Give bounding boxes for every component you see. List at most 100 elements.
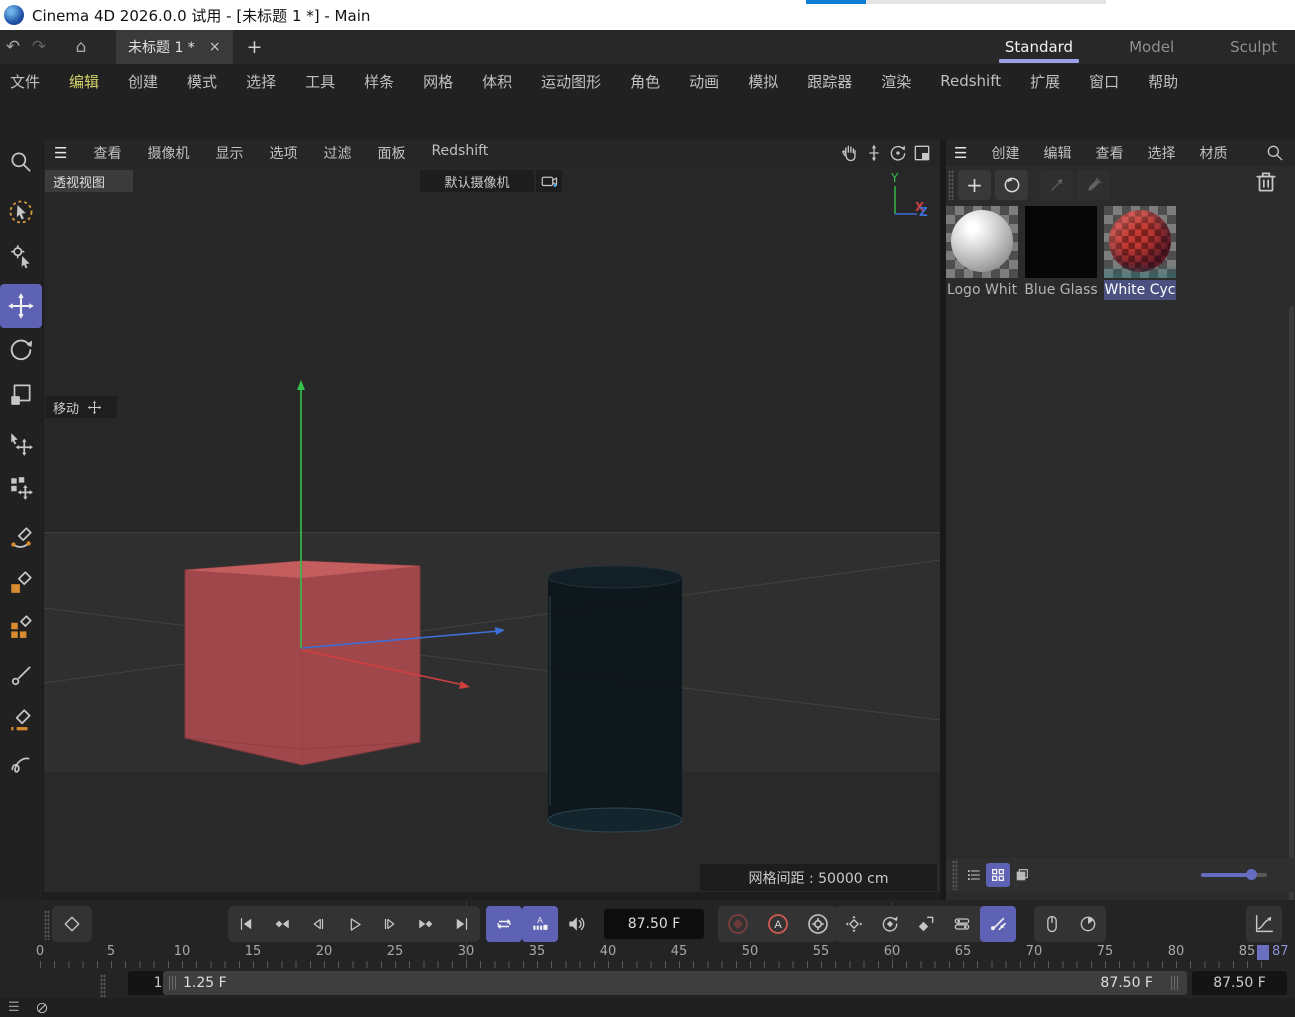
material-menu-item[interactable]: 选择 [1147, 143, 1175, 163]
search-tool-button[interactable] [0, 140, 42, 184]
timeline-ruler[interactable]: 0510152025303540455055606570758085 87 [0, 944, 1295, 968]
new-tab-button[interactable]: + [247, 36, 263, 58]
tweak-tool-button[interactable] [0, 234, 42, 278]
pan-hand-icon[interactable] [840, 143, 860, 163]
timeline-grip[interactable] [44, 910, 50, 940]
material-scrollbar[interactable] [1289, 306, 1294, 996]
material-item[interactable]: White Cyc [1104, 206, 1176, 300]
record-keyframe-button[interactable] [718, 906, 758, 942]
range-handle-right[interactable] [1171, 976, 1179, 990]
layout-tab-standard[interactable]: Standard [1005, 30, 1073, 64]
autokey-button[interactable]: A [758, 906, 798, 942]
current-frame-field[interactable]: 87.50 F [604, 909, 704, 939]
next-key-button[interactable] [408, 906, 444, 942]
rotate-tool-button[interactable] [0, 328, 42, 372]
material-search-icon[interactable] [1265, 143, 1285, 163]
viewport-hamburger-icon[interactable]: ☰ [54, 144, 67, 162]
move-tool-button[interactable] [0, 284, 42, 328]
material-thumbnail[interactable] [1025, 206, 1097, 278]
viewport-menu-item[interactable]: Redshift [431, 143, 488, 163]
range-handle-left[interactable] [169, 976, 177, 990]
menu-item[interactable]: 运动图形 [541, 71, 601, 92]
cylinder-object[interactable] [548, 566, 682, 832]
spline-sketch-button[interactable] [0, 742, 42, 786]
redo-button[interactable]: ↷ [26, 37, 52, 57]
menu-item[interactable]: 编辑 [69, 71, 99, 92]
menu-item[interactable]: 模拟 [748, 71, 778, 92]
menu-item[interactable]: 动画 [689, 71, 719, 92]
playhead-marker[interactable] [1257, 945, 1269, 960]
cube-object[interactable] [185, 561, 420, 765]
menu-item[interactable]: 样条 [364, 71, 394, 92]
slider-knob[interactable] [1246, 869, 1257, 880]
menu-item[interactable]: 角色 [630, 71, 660, 92]
apply-material-button[interactable] [1040, 170, 1073, 200]
material-menu-item[interactable]: 查看 [1095, 143, 1123, 163]
menu-item[interactable]: Redshift [940, 72, 1001, 90]
menu-item[interactable]: 创建 [128, 71, 158, 92]
viewport-menu-item[interactable]: 选项 [269, 143, 297, 163]
live-selection-button[interactable] [0, 190, 42, 234]
pick-material-eyedropper-button[interactable] [1077, 170, 1110, 200]
next-frame-button[interactable] [372, 906, 408, 942]
viewport-menu-item[interactable]: 查看 [93, 143, 121, 163]
delete-material-trash-icon[interactable] [1253, 169, 1285, 201]
menu-item[interactable]: 文件 [10, 71, 40, 92]
sound-button[interactable] [558, 906, 594, 942]
material-name-label[interactable]: Logo Whit [946, 280, 1018, 300]
add-keyframe-button[interactable] [52, 906, 92, 942]
open-timeline-button[interactable] [1246, 906, 1282, 942]
document-tab[interactable]: 未标题 1 * × [116, 30, 233, 64]
scale-tool-button[interactable] [0, 372, 42, 416]
key-rotation-button[interactable] [872, 906, 908, 942]
thumbnail-size-slider[interactable] [1201, 873, 1267, 877]
key-scale-button[interactable] [908, 906, 944, 942]
material-item[interactable]: Blue Glass [1025, 206, 1097, 300]
layout-tab-sculpt[interactable]: Sculpt [1230, 30, 1277, 64]
loop-playback-button[interactable] [486, 906, 522, 942]
range-end-field[interactable]: 87.50 F [1192, 971, 1287, 995]
material-item[interactable]: Logo Whit [946, 206, 1018, 300]
key-position-button[interactable] [836, 906, 872, 942]
material-thumbnail[interactable] [946, 206, 1018, 278]
mouse-record-button[interactable] [1034, 906, 1070, 942]
arrange-tool-button[interactable] [0, 466, 42, 510]
viewport-menu-item[interactable]: 过滤 [323, 143, 351, 163]
goto-end-button[interactable] [444, 906, 480, 942]
mouse-rotate-button[interactable] [1070, 906, 1106, 942]
material-thumbnail[interactable] [1104, 206, 1176, 278]
menu-item[interactable]: 网格 [423, 71, 453, 92]
menu-item[interactable]: 窗口 [1089, 71, 1119, 92]
sketch-pen-button[interactable] [0, 698, 42, 742]
menu-item[interactable]: 模式 [187, 71, 217, 92]
goto-start-button[interactable] [228, 906, 264, 942]
menu-item[interactable]: 扩展 [1030, 71, 1060, 92]
material-name-label[interactable]: White Cyc [1104, 280, 1176, 300]
material-hamburger-icon[interactable]: ☰ [954, 144, 967, 162]
key-parameters-button[interactable] [944, 906, 980, 942]
layout-tab-model[interactable]: Model [1129, 30, 1174, 64]
range-scrollbar[interactable]: 1.25 F 87.50 F [163, 971, 1187, 995]
bottom-hamburger-icon[interactable]: ☰ [8, 1000, 20, 1015]
menu-item[interactable]: 工具 [305, 71, 335, 92]
grid-view-icon[interactable] [986, 863, 1010, 887]
material-toolbar-grip[interactable] [948, 170, 954, 200]
camera-swap-icon[interactable] [536, 170, 562, 192]
list-view-icon[interactable] [962, 863, 986, 887]
material-name-label[interactable]: Blue Glass [1025, 280, 1097, 300]
viewport-canvas[interactable]: 透视视图 默认摄像机 移动 网格间距 : 50000 cm Y X Z [44, 166, 940, 892]
camera-label[interactable]: 默认摄像机 [420, 170, 534, 192]
material-menu-item[interactable]: 创建 [991, 143, 1019, 163]
orbit-rotate-icon[interactable] [888, 143, 908, 163]
material-menu-item[interactable]: 编辑 [1043, 143, 1071, 163]
spline-pen-button[interactable] [0, 516, 42, 560]
viewport-menu-item[interactable]: 摄像机 [147, 143, 189, 163]
material-menu-item[interactable]: 材质 [1199, 143, 1227, 163]
viewport-menu-item[interactable]: 显示 [215, 143, 243, 163]
menu-item[interactable]: 体积 [482, 71, 512, 92]
pen-disabled-icon[interactable] [34, 1001, 50, 1015]
close-tab-icon[interactable]: × [209, 39, 221, 55]
add-material-button[interactable]: + [958, 170, 991, 200]
key-pla-button[interactable] [980, 906, 1016, 942]
material-view-grip[interactable] [952, 860, 958, 890]
